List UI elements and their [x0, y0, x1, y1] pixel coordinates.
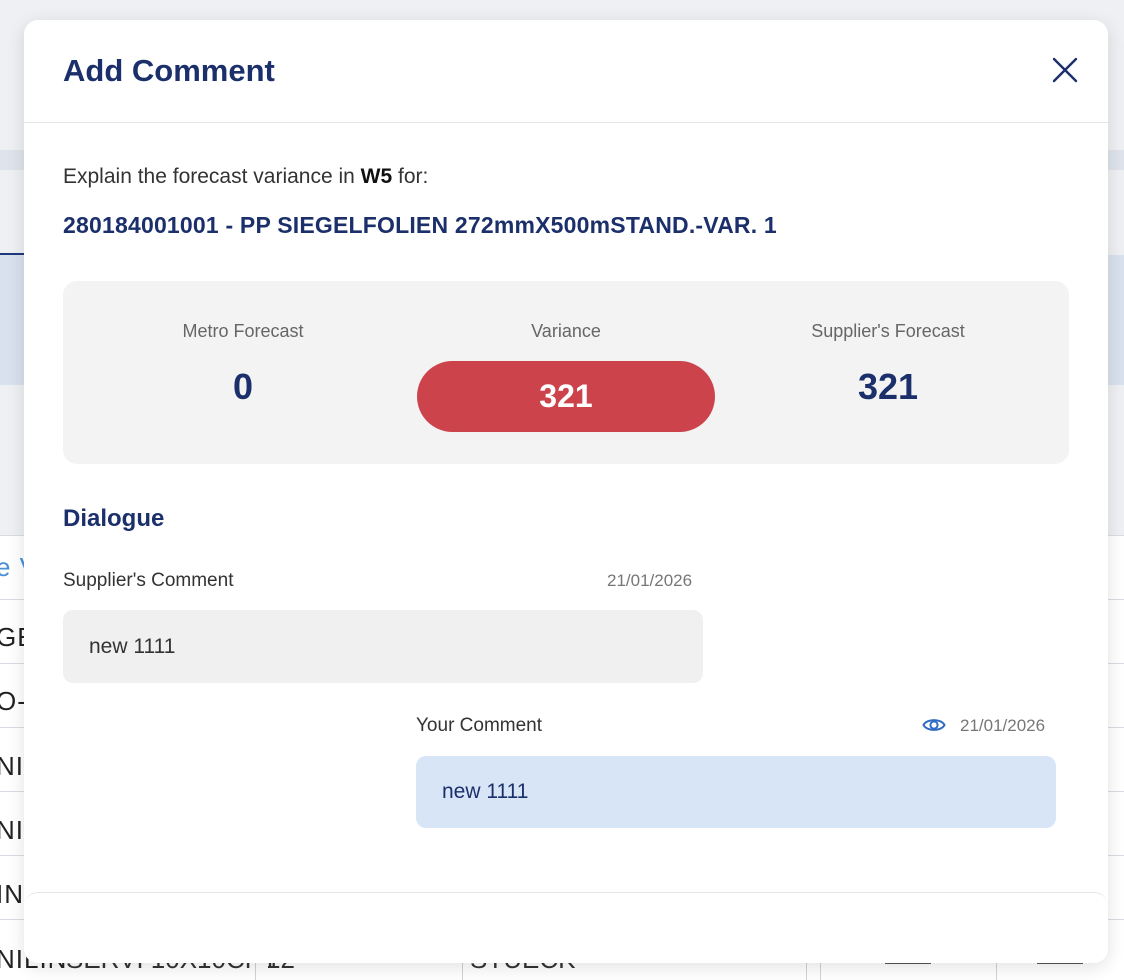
supplier-forecast-stat: Supplier's Forecast 321	[781, 281, 995, 408]
background-cell-text: IN	[0, 879, 24, 909]
variance-stat: Variance 321	[417, 281, 715, 432]
article-title: 280184001001 - PP SIEGELFOLIEN 272mmX500…	[63, 212, 777, 238]
prompt-suffix: for:	[392, 165, 429, 188]
your-comment-text: new 1111	[442, 780, 529, 803]
dialogue-heading: Dialogue	[63, 505, 165, 532]
metro-forecast-label: Metro Forecast	[182, 321, 304, 341]
week-label: W5	[360, 165, 393, 188]
background-cell-text: O-	[0, 686, 27, 716]
eye-icon-graphic	[922, 719, 946, 731]
eye-icon[interactable]	[922, 715, 946, 735]
supplier-forecast-label: Supplier's Forecast	[811, 321, 965, 341]
supplier-comment-bubble: new 1111	[63, 610, 703, 683]
supplier-forecast-value: 321	[857, 366, 919, 407]
metro-forecast-stat: Metro Forecast 0	[143, 281, 343, 408]
modal-footer	[24, 892, 1108, 963]
variance-value-badge: 321	[417, 361, 715, 432]
close-button[interactable]	[1050, 55, 1080, 85]
modal-title: Add Comment	[63, 53, 275, 88]
supplier-comment-text: new 1111	[89, 634, 176, 658]
modal-header: Add Comment	[24, 20, 1108, 123]
background-highlight-left	[0, 255, 24, 385]
add-comment-modal: Add Comment Explain the forecast varianc…	[24, 20, 1108, 963]
background-highlight-right	[1107, 255, 1124, 385]
your-comment-bubble: new 1111	[416, 756, 1056, 828]
forecast-summary-card: Metro Forecast 0 Variance 321 Supplier's…	[63, 281, 1069, 464]
variance-label: Variance	[531, 321, 601, 341]
variance-explanation-prompt: Explain the forecast variance in W5 for:	[63, 165, 428, 189]
supplier-comment-date: 21/01/2026	[607, 571, 693, 590]
prompt-prefix: Explain the forecast variance in	[63, 165, 361, 188]
close-icon	[1052, 57, 1078, 83]
metro-forecast-value: 0	[232, 366, 254, 407]
your-comment-date: 21/01/2026	[960, 716, 1046, 735]
supplier-comment-label: Supplier's Comment	[63, 570, 234, 591]
your-comment-label: Your Comment	[416, 715, 543, 736]
